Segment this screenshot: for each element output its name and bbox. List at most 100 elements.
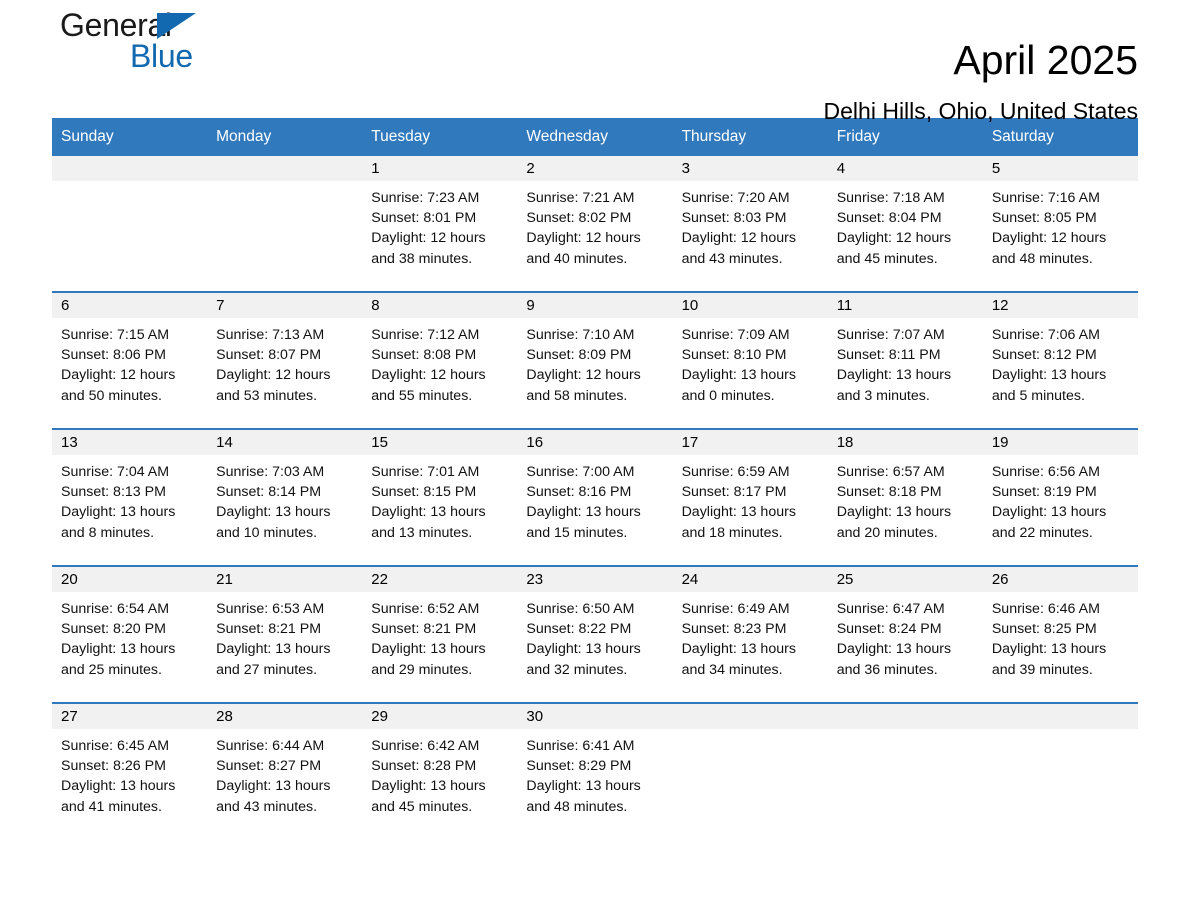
sunset-text: Sunset: 8:03 PM [681, 210, 787, 227]
day-details: Sunrise: 7:18 AM Sunset: 8:04 PM Daylight:… [828, 181, 983, 269]
day-cell[interactable]: 29 Sunrise: 6:42 AM Sunset: 8:28 PM Dayligh… [362, 704, 518, 825]
daylight-text-line1: Daylight: 13 hours [991, 504, 1107, 521]
daylight-text-line1: Daylight: 12 hours [836, 230, 952, 247]
daylight-text-line2: and 48 minutes. [526, 798, 628, 815]
day-cell[interactable]: 30 Sunrise: 6:41 AM Sunset: 8:29 PM Dayligh… [517, 704, 673, 825]
day-number: 13 [52, 430, 208, 455]
day-number: 19 [982, 430, 1138, 455]
daylight-text-line2: and 43 minutes. [681, 250, 783, 267]
day-cell[interactable]: 20 Sunrise: 6:54 AM Sunset: 8:20 PM Dayligh… [52, 567, 208, 688]
daylight-text-line1: Daylight: 12 hours [526, 230, 641, 247]
daylight-text-line2: and 22 minutes. [991, 524, 1093, 541]
day-cell[interactable]: 16 Sunrise: 7:00 AM Sunset: 8:16 PM Dayligh… [517, 430, 673, 551]
general-blue-logo[interactable]: General Blue [60, 8, 320, 86]
day-cell[interactable]: 15 Sunrise: 7:01 AM Sunset: 8:15 PM Dayligh… [362, 430, 518, 551]
day-cell[interactable]: 17 Sunrise: 6:59 AM Sunset: 8:17 PM Dayligh… [672, 430, 828, 551]
day-cell[interactable]: 3 Sunrise: 7:20 AM Sunset: 8:03 PM Daylight… [672, 156, 828, 277]
day-number [207, 156, 363, 181]
sunset-text: Sunset: 8:13 PM [61, 484, 166, 501]
day-number: 28 [207, 704, 363, 729]
sunrise-text: Sunrise: 6:41 AM [526, 738, 635, 754]
day-cell[interactable]: 13 Sunrise: 7:04 AM Sunset: 8:13 PM Dayligh… [52, 430, 208, 551]
day-cell[interactable]: 21 Sunrise: 6:53 AM Sunset: 8:21 PM Dayligh… [207, 567, 363, 688]
day-cell-empty [207, 156, 363, 277]
day-number: 3 [672, 156, 828, 181]
day-cell[interactable]: 4 Sunrise: 7:18 AM Sunset: 8:04 PM Daylight… [827, 156, 983, 277]
day-cell[interactable]: 19 Sunrise: 6:56 AM Sunset: 8:19 PM Dayligh… [982, 430, 1138, 551]
day-cell[interactable]: 18 Sunrise: 6:57 AM Sunset: 8:18 PM Dayligh… [827, 430, 983, 551]
day-cell[interactable]: 22 Sunrise: 6:52 AM Sunset: 8:21 PM Dayligh… [362, 567, 518, 688]
day-cell[interactable]: 25 Sunrise: 6:47 AM Sunset: 8:24 PM Dayligh… [827, 567, 983, 688]
daylight-text-line1: Daylight: 13 hours [216, 641, 331, 658]
daylight-text-line2: and 20 minutes. [836, 524, 938, 541]
day-cell[interactable]: 7 Sunrise: 7:13 AM Sunset: 8:07 PM Daylight… [207, 293, 363, 414]
sunrise-text: Sunrise: 7:03 AM [216, 464, 325, 480]
sunrise-text: Sunrise: 7:21 AM [526, 190, 635, 206]
sunset-text: Sunset: 8:01 PM [371, 210, 477, 227]
day-cell[interactable]: 8 Sunrise: 7:12 AM Sunset: 8:08 PM Daylight… [362, 293, 518, 414]
day-cell[interactable]: 24 Sunrise: 6:49 AM Sunset: 8:23 PM Dayligh… [672, 567, 828, 688]
sunset-text: Sunset: 8:09 PM [526, 347, 632, 364]
daylight-text-line1: Daylight: 12 hours [371, 367, 486, 384]
day-cell[interactable]: 26 Sunrise: 6:46 AM Sunset: 8:25 PM Dayligh… [982, 567, 1138, 688]
sunset-text: Sunset: 8:12 PM [991, 347, 1097, 364]
day-details: Sunrise: 6:53 AM Sunset: 8:21 PM Daylight:… [207, 592, 362, 680]
sunrise-text: Sunrise: 7:15 AM [61, 327, 170, 343]
sunrise-text: Sunrise: 6:47 AM [836, 601, 945, 617]
day-details: Sunrise: 7:23 AM Sunset: 8:01 PM Daylight:… [362, 181, 517, 269]
day-number: 1 [362, 156, 518, 181]
week-row: 6 Sunrise: 7:15 AM Sunset: 8:06 PM Daylight… [52, 291, 1138, 414]
day-number: 14 [207, 430, 363, 455]
day-number: 30 [517, 704, 673, 729]
day-cell[interactable]: 28 Sunrise: 6:44 AM Sunset: 8:27 PM Dayligh… [207, 704, 363, 825]
day-cell-empty [982, 704, 1138, 825]
sunrise-text: Sunrise: 6:52 AM [371, 601, 480, 617]
sunset-text: Sunset: 8:28 PM [371, 758, 477, 775]
day-number [672, 704, 828, 729]
sunrise-text: Sunrise: 6:42 AM [371, 738, 480, 754]
sunset-text: Sunset: 8:24 PM [836, 621, 942, 638]
day-cell[interactable]: 5 Sunrise: 7:16 AM Sunset: 8:05 PM Daylight… [982, 156, 1138, 277]
day-cell[interactable]: 6 Sunrise: 7:15 AM Sunset: 8:06 PM Daylight… [52, 293, 208, 414]
sunrise-text: Sunrise: 6:56 AM [991, 464, 1100, 480]
sunset-text: Sunset: 8:10 PM [681, 347, 787, 364]
daylight-text-line1: Daylight: 13 hours [216, 504, 331, 521]
day-cell[interactable]: 10 Sunrise: 7:09 AM Sunset: 8:10 PM Dayligh… [672, 293, 828, 414]
day-details: Sunrise: 7:06 AM Sunset: 8:12 PM Daylight:… [983, 318, 1138, 406]
sunset-text: Sunset: 8:27 PM [216, 758, 322, 775]
day-number [827, 704, 983, 729]
sunrise-text: Sunrise: 7:00 AM [526, 464, 635, 480]
sunrise-text: Sunrise: 6:49 AM [681, 601, 790, 617]
sunrise-text: Sunrise: 7:04 AM [61, 464, 170, 480]
daylight-text-line1: Daylight: 13 hours [836, 367, 952, 384]
sunset-text: Sunset: 8:18 PM [836, 484, 942, 501]
daylight-text-line2: and 58 minutes. [526, 387, 628, 404]
page-header: General Blue April 2025 Delhi Hills, Ohi… [52, 0, 1138, 124]
day-number: 26 [982, 567, 1138, 592]
sunrise-text: Sunrise: 6:44 AM [216, 738, 325, 754]
weekday-header-sunday: Sunday [61, 128, 114, 145]
day-cell[interactable]: 2 Sunrise: 7:21 AM Sunset: 8:02 PM Daylight… [517, 156, 673, 277]
sunset-text: Sunset: 8:25 PM [991, 621, 1097, 638]
day-cell[interactable]: 12 Sunrise: 7:06 AM Sunset: 8:12 PM Dayligh… [982, 293, 1138, 414]
daylight-text-line2: and 34 minutes. [681, 661, 783, 678]
day-number: 2 [517, 156, 673, 181]
day-number: 12 [982, 293, 1138, 318]
day-cell[interactable]: 11 Sunrise: 7:07 AM Sunset: 8:11 PM Dayligh… [827, 293, 983, 414]
day-cell[interactable]: 14 Sunrise: 7:03 AM Sunset: 8:14 PM Dayligh… [207, 430, 363, 551]
daylight-text-line2: and 3 minutes. [836, 387, 930, 404]
day-number: 29 [362, 704, 518, 729]
day-details: Sunrise: 6:54 AM Sunset: 8:20 PM Daylight:… [52, 592, 207, 680]
daylight-text-line2: and 29 minutes. [371, 661, 473, 678]
logo-text-general: General [60, 7, 172, 43]
daylight-text-line2: and 15 minutes. [526, 524, 628, 541]
day-details: Sunrise: 7:07 AM Sunset: 8:11 PM Daylight:… [828, 318, 983, 406]
day-cell[interactable]: 9 Sunrise: 7:10 AM Sunset: 8:09 PM Daylight… [517, 293, 673, 414]
day-cell[interactable]: 27 Sunrise: 6:45 AM Sunset: 8:26 PM Dayligh… [52, 704, 208, 825]
day-details: Sunrise: 6:52 AM Sunset: 8:21 PM Daylight:… [362, 592, 517, 680]
day-cell-empty [672, 704, 828, 825]
daylight-text-line2: and 36 minutes. [836, 661, 938, 678]
day-cell[interactable]: 1 Sunrise: 7:23 AM Sunset: 8:01 PM Daylight… [362, 156, 518, 277]
day-cell[interactable]: 23 Sunrise: 6:50 AM Sunset: 8:22 PM Dayligh… [517, 567, 673, 688]
day-details: Sunrise: 6:41 AM Sunset: 8:29 PM Daylight:… [517, 729, 672, 817]
